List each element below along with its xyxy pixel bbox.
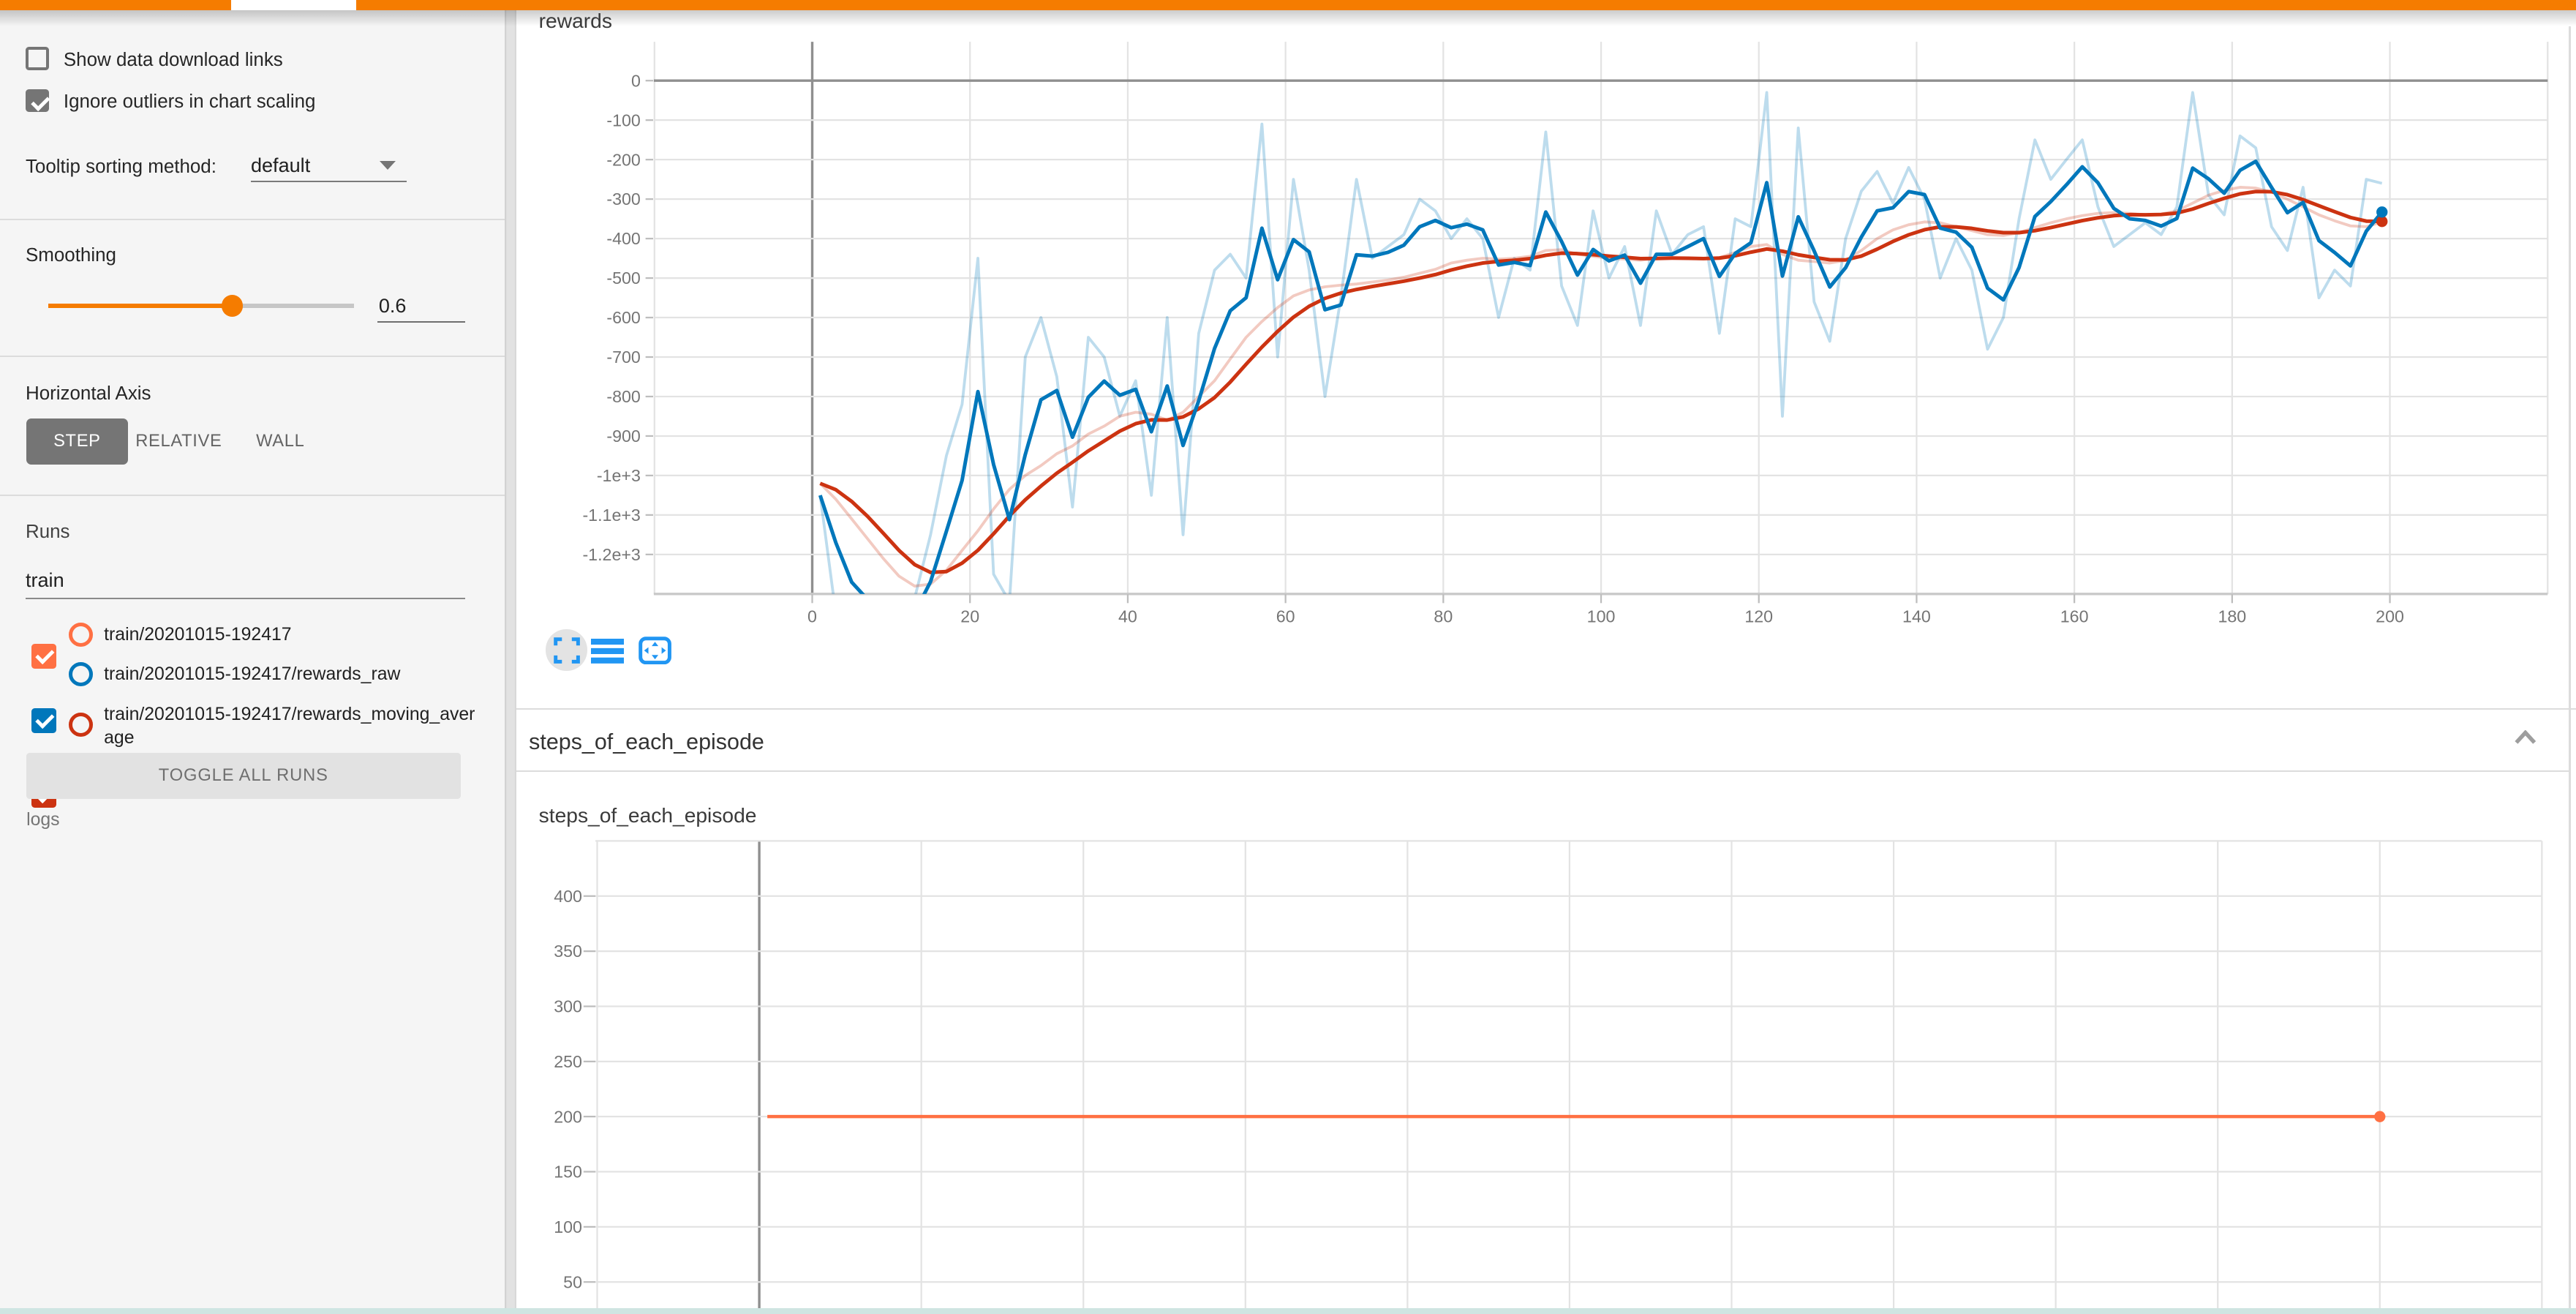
svg-text:20: 20	[960, 607, 979, 626]
run-label: train/20201015-192417/rewards_raw	[104, 663, 400, 686]
tooltip-sorting-label: Tooltip sorting method:	[26, 156, 216, 179]
run-label: train/20201015-192417/rewards_moving_ave…	[104, 703, 480, 749]
svg-text:50: 50	[563, 1273, 582, 1292]
display-mode-icon[interactable]	[591, 639, 624, 664]
horizontal-axis-button-group: STEPRELATIVEWALL	[26, 418, 331, 465]
svg-text:-300: -300	[606, 189, 640, 209]
runs-label: Runs	[26, 522, 70, 543]
check-icon	[31, 92, 50, 112]
header-bottom-bar	[0, 0, 2576, 10]
svg-text:400: 400	[554, 887, 582, 906]
run-checkbox-orange[interactable]	[31, 644, 56, 669]
svg-text:-1.2e+3: -1.2e+3	[582, 545, 640, 564]
tooltip-sorting-dropdown[interactable]: default	[251, 154, 310, 177]
svg-text:300: 300	[554, 997, 582, 1016]
steps-chart-title: steps_of_each_episode	[539, 803, 757, 827]
svg-text:-1e+3: -1e+3	[596, 466, 640, 485]
divider	[0, 356, 505, 357]
svg-text:-100: -100	[606, 110, 640, 129]
axis-wall-button[interactable]: WALL	[230, 418, 331, 465]
steps-chart[interactable]: 400 350 300 250 200 150 100 50	[545, 833, 2576, 1314]
svg-text:160: 160	[2060, 607, 2088, 626]
fit-domain-icon[interactable]	[639, 637, 671, 664]
svg-text:250: 250	[554, 1052, 582, 1071]
svg-text:-800: -800	[606, 387, 640, 406]
svg-text:0: 0	[631, 71, 641, 90]
sidebar	[0, 10, 505, 1314]
horizontal-axis-label: Horizontal Axis	[26, 383, 151, 406]
expand-icon[interactable]	[554, 637, 580, 664]
svg-text:200: 200	[2376, 607, 2404, 626]
run-label: train/20201015-192417	[104, 623, 291, 647]
show-download-links-checkbox[interactable]	[26, 47, 49, 70]
ignore-outliers-label: Ignore outliers in chart scaling	[64, 91, 316, 114]
svg-text:60: 60	[1276, 607, 1295, 626]
axis-relative-button[interactable]: RELATIVE	[128, 418, 230, 465]
svg-text:80: 80	[1434, 607, 1453, 626]
logs-label: logs	[26, 810, 60, 830]
svg-text:-700: -700	[606, 348, 640, 367]
svg-text:350: 350	[554, 942, 582, 961]
run-checkbox-blue[interactable]	[31, 708, 56, 733]
run-filter-underline	[26, 598, 465, 599]
axis-step-button[interactable]: STEP	[26, 418, 128, 465]
check-icon	[35, 645, 55, 665]
svg-text:180: 180	[2218, 607, 2246, 626]
bottom-edge-strip	[0, 1308, 2576, 1314]
rewards-chart[interactable]: 0 -100 -200 -300 -400 -500 -600 -700 -800 -900 -1e…	[545, 33, 2576, 636]
run-filter-input[interactable]	[26, 568, 455, 592]
svg-text:200: 200	[554, 1108, 582, 1127]
section-divider	[516, 708, 2576, 710]
sidebar-resizer-handle[interactable]	[505, 10, 516, 1314]
svg-text:-400: -400	[606, 229, 640, 248]
svg-text:-200: -200	[606, 150, 640, 169]
show-download-links-label: Show data download links	[64, 49, 283, 72]
chevron-down-icon[interactable]	[380, 161, 396, 170]
svg-text:-600: -600	[606, 308, 640, 327]
svg-text:100: 100	[554, 1217, 582, 1236]
smoothing-slider-track[interactable]	[232, 304, 354, 308]
steps-section-header[interactable]: steps_of_each_episode	[529, 729, 764, 755]
smoothing-slider-active-track[interactable]	[48, 304, 232, 308]
svg-text:120: 120	[1744, 607, 1773, 626]
svg-text:-500: -500	[606, 269, 640, 288]
svg-text:-900: -900	[606, 427, 640, 446]
chevron-up-icon[interactable]	[2514, 730, 2537, 745]
tensorboard-app: Show data download links Ignore outliers…	[0, 0, 2576, 1314]
divider	[0, 495, 505, 496]
toggle-all-runs-button[interactable]: TOGGLE ALL RUNS	[26, 753, 460, 799]
section-divider	[516, 770, 2569, 772]
rewards-chart-title: rewards	[539, 9, 612, 33]
smoothing-value-underline	[377, 294, 466, 323]
check-icon	[35, 710, 55, 729]
header-shadow	[0, 10, 2576, 27]
ignore-outliers-checkbox[interactable]	[26, 89, 49, 113]
divider	[0, 219, 505, 220]
svg-text:140: 140	[1902, 607, 1931, 626]
svg-text:40: 40	[1118, 607, 1137, 626]
svg-text:0: 0	[807, 607, 817, 626]
dropdown-underline	[251, 181, 407, 182]
smoothing-label: Smoothing	[26, 244, 116, 268]
active-tab-underline	[231, 0, 356, 10]
svg-text:100: 100	[1586, 607, 1615, 626]
svg-text:150: 150	[554, 1163, 582, 1182]
smoothing-slider-thumb[interactable]	[222, 295, 243, 316]
svg-text:-1.1e+3: -1.1e+3	[582, 506, 640, 525]
